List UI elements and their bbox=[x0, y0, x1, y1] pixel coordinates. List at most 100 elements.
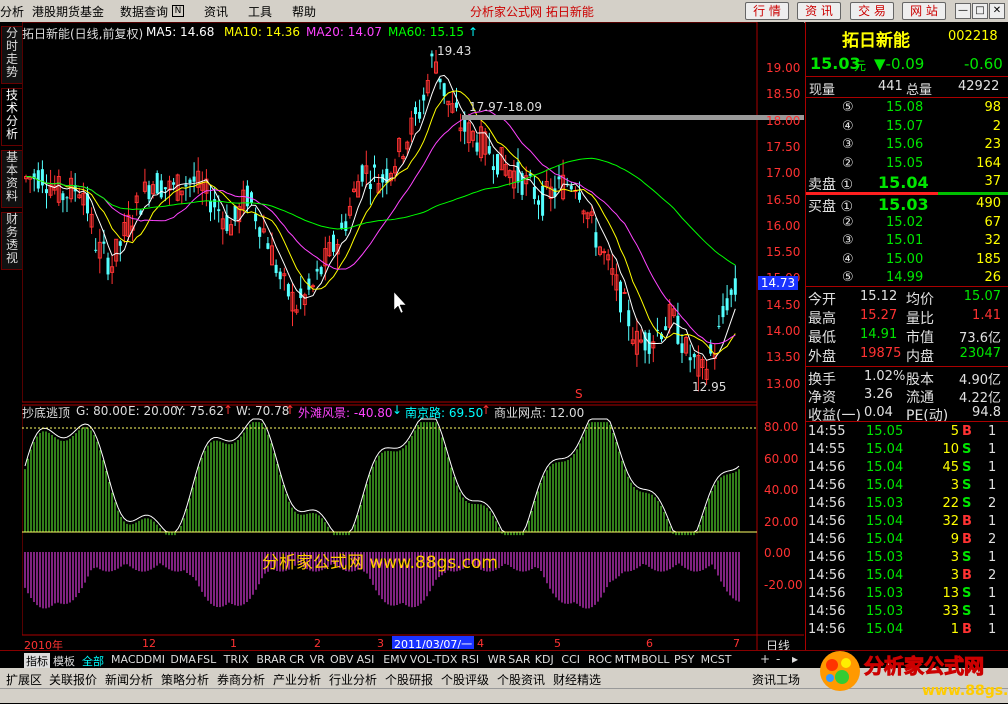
tab-technical[interactable]: 技术分析 bbox=[1, 88, 23, 146]
tick-side: B bbox=[962, 532, 972, 547]
order-book-row[interactable]: ⑤ 15.08 98 bbox=[806, 100, 1008, 118]
tab-intraday[interactable]: 分时走势 bbox=[1, 26, 23, 84]
order-book-row[interactable]: ② 15.05 164 bbox=[806, 156, 1008, 174]
order-book-row[interactable]: 买盘 ① 15.03 490 bbox=[806, 195, 1008, 215]
indicator-sy: 商业网点: 12.00 bbox=[494, 406, 585, 420]
order-book-row[interactable]: ④ 15.00 185 bbox=[806, 252, 1008, 270]
tick-count: 1 bbox=[988, 604, 997, 619]
restore-icon[interactable]: □ bbox=[972, 3, 988, 19]
tab-technical-label: 技术分析 bbox=[5, 88, 18, 141]
menu-data-query[interactable]: 数据查询 bbox=[120, 3, 168, 20]
bottom-tab[interactable]: 个股资讯 bbox=[497, 671, 545, 688]
tab-basic-label: 基本资料 bbox=[5, 150, 18, 203]
bottom-tab[interactable]: 券商分析 bbox=[217, 671, 265, 688]
book-level-label: ② bbox=[842, 155, 854, 171]
tick-time: 14:56 bbox=[808, 586, 846, 601]
stat-label: 内盘 bbox=[906, 349, 934, 365]
book-level-label: ④ bbox=[842, 251, 854, 267]
indicator-tab[interactable]: ASI bbox=[357, 653, 375, 666]
order-book-row[interactable]: ③ 15.06 23 bbox=[806, 137, 1008, 155]
indicator-tab[interactable]: ROC bbox=[588, 653, 612, 666]
indicator-tab[interactable]: VOL-TDX bbox=[410, 653, 458, 666]
indicator-tab[interactable]: BRAR bbox=[256, 653, 286, 666]
tick-row[interactable]: 14:56 15.04 45 S 1 bbox=[806, 460, 1008, 478]
y-tick: 17.00 bbox=[766, 166, 801, 181]
minimize-icon[interactable]: — bbox=[955, 3, 971, 19]
zoom-out-icon[interactable]: - bbox=[776, 652, 780, 666]
bottom-tab[interactable]: 扩展区 bbox=[6, 671, 42, 688]
book-volume: 32 bbox=[984, 233, 1001, 248]
menu-help[interactable]: 帮助 bbox=[292, 3, 316, 20]
tick-count: 1 bbox=[988, 622, 997, 637]
tick-row[interactable]: 14:56 15.03 22 S 2 bbox=[806, 496, 1008, 514]
indicator-tab[interactable]: MACD bbox=[111, 653, 144, 666]
menu-analysis[interactable]: 分析 bbox=[0, 3, 24, 20]
stat2-label: 流通 bbox=[906, 390, 934, 406]
tick-volume: 10 bbox=[942, 442, 959, 457]
tab-basic[interactable]: 基本资料 bbox=[1, 150, 23, 208]
bottom-tab[interactable]: 行业分析 bbox=[329, 671, 377, 688]
book-price: 15.01 bbox=[886, 233, 924, 248]
indicator-tab[interactable]: WR bbox=[488, 653, 507, 666]
tick-row[interactable]: 14:55 15.05 5 B 1 bbox=[806, 424, 1008, 442]
indicator-tab[interactable]: PSY bbox=[674, 653, 694, 666]
tick-row[interactable]: 14:56 15.04 32 B 1 bbox=[806, 514, 1008, 532]
indicator-tab[interactable]: EMV bbox=[383, 653, 407, 666]
tick-row[interactable]: 14:56 15.03 13 S 1 bbox=[806, 586, 1008, 604]
scroll-right-icon[interactable]: ▸ bbox=[792, 652, 798, 666]
sub-y-tick: 20.00 bbox=[764, 514, 799, 529]
tick-row[interactable]: 14:56 15.04 1 B 1 bbox=[806, 622, 1008, 640]
indicator-tab[interactable]: OBV bbox=[330, 653, 353, 666]
bottom-right-tab[interactable]: 资讯工场 bbox=[752, 671, 800, 688]
zoom-in-icon[interactable]: + bbox=[760, 652, 770, 666]
tick-row[interactable]: 14:56 15.03 3 S 1 bbox=[806, 550, 1008, 568]
indicator-tab[interactable]: MCST bbox=[701, 653, 732, 666]
tick-volume: 45 bbox=[942, 460, 959, 475]
stat-value: 73.6亿 bbox=[959, 331, 1001, 346]
sub-y-tick: 0.00 bbox=[764, 546, 791, 560]
indicator-tab[interactable]: FSL bbox=[197, 653, 216, 666]
indicator-tab[interactable]: MTM bbox=[615, 653, 641, 666]
indicator-tab[interactable]: VR bbox=[310, 653, 325, 666]
menu-tools[interactable]: 工具 bbox=[248, 3, 272, 20]
tick-row[interactable]: 14:56 15.03 33 S 1 bbox=[806, 604, 1008, 622]
indicator-tab[interactable]: SAR bbox=[508, 653, 530, 666]
bottom-tab[interactable]: 财经精选 bbox=[553, 671, 601, 688]
bottom-tab[interactable]: 产业分析 bbox=[273, 671, 321, 688]
order-book-row[interactable]: ③ 15.01 32 bbox=[806, 233, 1008, 251]
stat-value: 14.91 bbox=[860, 327, 898, 342]
indicator-tab[interactable]: DMA bbox=[170, 653, 196, 666]
stat2-label: 换手 bbox=[808, 372, 836, 388]
indicator-tab[interactable]: 指标 bbox=[24, 653, 50, 669]
news-button[interactable]: 资 讯 bbox=[797, 2, 841, 20]
bottom-tab[interactable]: 个股研报 bbox=[385, 671, 433, 688]
tick-row[interactable]: 14:56 15.04 9 B 2 bbox=[806, 532, 1008, 550]
indicator-tab[interactable]: 模板 bbox=[53, 653, 75, 669]
tick-row[interactable]: 14:56 15.04 3 B 2 bbox=[806, 568, 1008, 586]
sub-y-tick: 60.00 bbox=[764, 451, 799, 466]
order-book-row[interactable]: ④ 15.07 2 bbox=[806, 119, 1008, 137]
indicator-tab[interactable]: RSI bbox=[461, 653, 479, 666]
indicator-tab[interactable]: KDJ bbox=[535, 653, 554, 666]
tick-row[interactable]: 14:55 15.04 10 S 1 bbox=[806, 442, 1008, 460]
order-book-row[interactable]: 卖盘 ① 15.04 37 bbox=[806, 173, 1008, 193]
indicator-tab[interactable]: DMI bbox=[144, 653, 165, 666]
order-book-row[interactable]: ② 15.02 67 bbox=[806, 215, 1008, 233]
bottom-tab[interactable]: 新闻分析 bbox=[105, 671, 153, 688]
trade-button[interactable]: 交 易 bbox=[850, 2, 894, 20]
menu-hk-futures[interactable]: 港股期货基金 bbox=[32, 3, 104, 20]
indicator-tab[interactable]: CCI bbox=[561, 653, 580, 666]
indicator-tab[interactable]: CR bbox=[289, 653, 304, 666]
bottom-tab[interactable]: 个股评级 bbox=[441, 671, 489, 688]
tab-finance[interactable]: 财务透视 bbox=[1, 212, 23, 270]
menu-news[interactable]: 资讯 bbox=[204, 3, 228, 20]
website-button[interactable]: 网 站 bbox=[902, 2, 946, 20]
bottom-tab[interactable]: 策略分析 bbox=[161, 671, 209, 688]
tick-row[interactable]: 14:56 15.04 3 S 1 bbox=[806, 478, 1008, 496]
indicator-tab[interactable]: BOLL bbox=[641, 653, 669, 666]
quote-button[interactable]: 行 情 bbox=[745, 2, 789, 20]
close-icon[interactable]: ✕ bbox=[989, 3, 1005, 19]
indicator-tab[interactable]: TRIX bbox=[224, 653, 249, 666]
bottom-tab[interactable]: 关联报价 bbox=[49, 671, 97, 688]
indicator-tab[interactable]: 全部 bbox=[82, 653, 104, 669]
